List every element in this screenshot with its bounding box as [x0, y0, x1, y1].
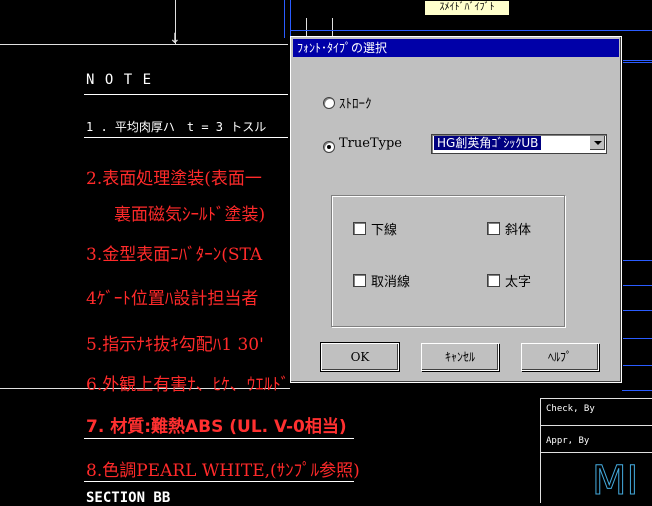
drawing-line: [540, 398, 541, 503]
note-underline: [84, 94, 288, 95]
italic-label[interactable]: 斜体: [505, 219, 531, 238]
drawing-line: [622, 310, 652, 311]
drawing-line: [0, 44, 288, 45]
italic-checkbox[interactable]: [487, 222, 500, 235]
bold-label[interactable]: 太字: [505, 271, 531, 290]
drawing-line: [290, 30, 652, 31]
arrow-down-icon: ↓: [169, 31, 181, 47]
bold-checkbox[interactable]: [487, 274, 500, 287]
dialog-title: ﾌｫﾝﾄ･ﾀｲﾌﾟの選択: [293, 39, 619, 57]
note-title: N O T E: [86, 72, 153, 88]
drawing-line: [622, 62, 652, 63]
ok-button[interactable]: OK: [320, 342, 400, 372]
note-line-6: 6.外観上有害ﾅ、ﾋｹ、ｳｴﾙﾄﾞ: [86, 375, 290, 395]
corner-text: MI: [591, 458, 639, 505]
note-line-7: 7. 材質:難熱ABS (UL. V-0相当): [86, 417, 347, 437]
drawing-line: [290, 0, 291, 38]
truetype-radio[interactable]: [323, 141, 335, 153]
drawing-line: [622, 390, 652, 391]
note-underline: [84, 438, 354, 439]
underline-checkbox[interactable]: [353, 222, 366, 235]
drawing-line: [540, 425, 652, 426]
note-line-2b: 裏面磁気ｼｰﾙﾄﾞ塗装): [114, 205, 266, 225]
stroke-radio-label[interactable]: ｽﾄﾛｰｸ: [339, 93, 372, 112]
note-line-3: 3.金型表面ﾆﾊﾞﾀｰﾝ(STA: [86, 245, 263, 265]
strikethrough-checkbox[interactable]: [353, 274, 366, 287]
drawing-line: [540, 398, 652, 399]
note-underline: [84, 481, 354, 482]
drawing-line: [622, 260, 652, 261]
note-line-1: 1 . 平均肉厚ハ t = 3 トスル: [86, 120, 267, 134]
font-select[interactable]: HG創英角ｺﾞｼｯｸUB: [431, 134, 607, 154]
cancel-button[interactable]: ｷｬﾝｾﾙ: [421, 343, 499, 371]
top-tag: ｽﾒｲﾄﾞﾊﾞｲﾌﾞﾄ: [424, 0, 510, 16]
drawing-line: [622, 338, 652, 339]
underline-label[interactable]: 下線: [371, 219, 397, 238]
drawing-line: [306, 18, 307, 38]
note-line-8: 8.色調PEARL WHITE,(ｻﾝﾌﾟﾙ参照): [86, 461, 360, 481]
style-options-group: [331, 195, 565, 327]
note-line-5: 5.指示ﾅｷ抜ｷ勾配ﾊ1 30': [86, 335, 264, 355]
drawing-line: [540, 452, 652, 453]
strikethrough-label[interactable]: 取消線: [371, 271, 410, 290]
section-label: SECTION BB: [86, 490, 171, 506]
help-button[interactable]: ﾍﾙﾌﾟ: [521, 343, 599, 371]
drawing-line: [332, 18, 333, 38]
check-by-label: Check, By: [546, 404, 595, 414]
note-line-2: 2.表面処理塗装(表面一: [86, 169, 262, 189]
font-type-dialog: ﾌｫﾝﾄ･ﾀｲﾌﾟの選択 ｽﾄﾛｰｸ TrueType HG創英角ｺﾞｼｯｸUB…: [290, 36, 622, 383]
stroke-radio[interactable]: [323, 97, 335, 109]
drawing-line: [622, 365, 652, 366]
font-select-value: HG創英角ｺﾞｼｯｸUB: [434, 136, 542, 150]
drawing-line: [622, 60, 652, 61]
drawing-line: [284, 0, 285, 38]
appr-by-label: Appr, By: [546, 436, 590, 446]
note-underline: [84, 137, 288, 138]
note-line-4: 4ｹﾞｰﾄ位置ﾊ設計担当者: [86, 289, 259, 309]
chevron-down-icon[interactable]: [589, 136, 605, 150]
truetype-radio-label[interactable]: TrueType: [339, 136, 402, 151]
drawing-line: [622, 285, 652, 286]
